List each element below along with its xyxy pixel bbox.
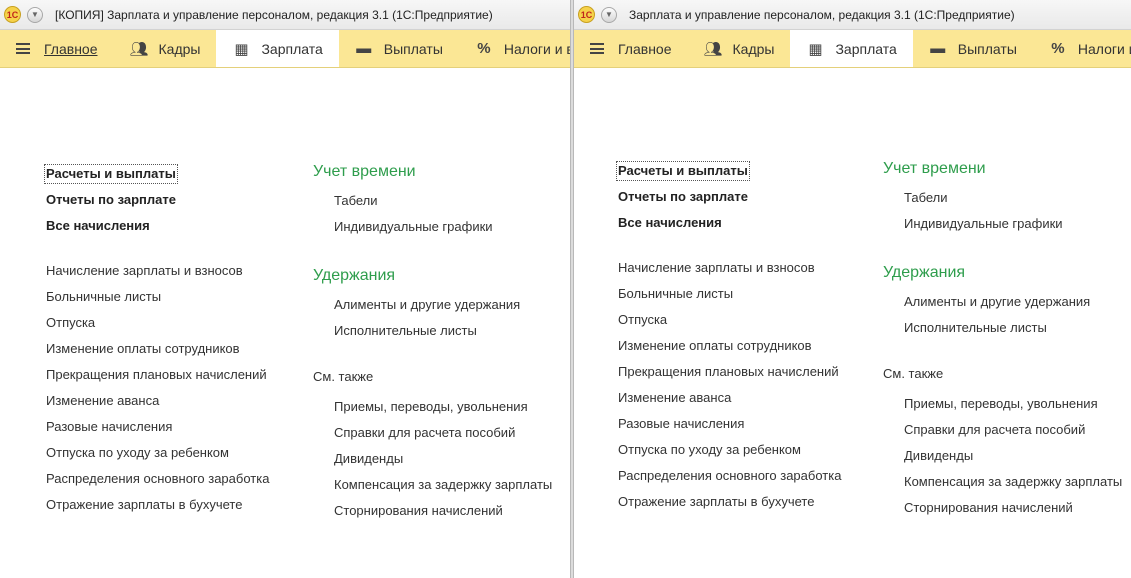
link-all-accruals[interactable]: Все начисления (618, 215, 722, 231)
tab-hr-label: Кадры (732, 40, 775, 57)
tab-salary-label: Зарплата (835, 40, 897, 57)
group-heading-time: Учет времени (883, 160, 986, 177)
people-icon: 👥︎ (703, 40, 723, 58)
app-logo-icon[interactable]: 1С (578, 6, 595, 23)
people-icon: 👥︎ (129, 40, 149, 58)
title-bar: 1С ▼ [КОПИЯ] Зарплата и управление персо… (0, 0, 570, 30)
tab-taxes[interactable]: % Налоги и взносы (1033, 30, 1131, 67)
link-list-item[interactable]: Отпуска (618, 312, 667, 328)
link-all-accruals[interactable]: Все начисления (46, 218, 150, 234)
link-list-item[interactable]: Изменение аванса (618, 390, 731, 406)
tab-main[interactable]: Главное (574, 30, 688, 67)
app-logo-icon[interactable]: 1С (4, 6, 21, 23)
link-group-item[interactable]: Исполнительные листы (334, 323, 477, 339)
window-copy: 1С ▼ [КОПИЯ] Зарплата и управление персо… (0, 0, 571, 578)
percent-icon: % (1051, 40, 1065, 57)
link-see-also-item[interactable]: Сторнирования начислений (904, 500, 1073, 516)
group-heading-deductions: Удержания (313, 267, 396, 284)
link-list-item[interactable]: Изменение оплаты сотрудников (618, 338, 812, 354)
link-list-item[interactable]: Изменение оплаты сотрудников (46, 341, 240, 357)
link-list-item[interactable]: Отпуска (46, 315, 95, 331)
link-salary-reports[interactable]: Отчеты по зарплате (46, 192, 176, 208)
wallet-icon: ▬ (356, 40, 372, 57)
link-calculations-payments[interactable]: Расчеты и выплаты (616, 161, 750, 181)
percent-icon: % (477, 40, 491, 57)
link-group-item[interactable]: Индивидуальные графики (904, 216, 1063, 232)
link-group-item[interactable]: Алименты и другие удержания (334, 297, 520, 313)
link-see-also-item[interactable]: Компенсация за задержку зарплаты (334, 477, 552, 493)
group-heading-deductions: Удержания (883, 264, 966, 281)
tab-salary[interactable]: ▦ Зарплата (790, 30, 913, 67)
tab-main-label: Главное (618, 40, 672, 57)
tab-payments-label: Выплаты (957, 40, 1017, 57)
tab-hr[interactable]: 👥︎ Кадры (114, 30, 217, 67)
tab-taxes-label: Налоги и взносы (503, 40, 570, 57)
title-bar: 1С ▼ Зарплата и управление персоналом, р… (574, 0, 1131, 30)
link-list-item[interactable]: Отпуска по уходу за ребенком (46, 445, 229, 461)
tab-payments[interactable]: ▬ Выплаты (913, 30, 1033, 67)
link-list-item[interactable]: Распределения основного заработка (618, 468, 841, 484)
window-original: 1С ▼ Зарплата и управление персоналом, р… (573, 0, 1131, 578)
tab-main[interactable]: Главное (0, 30, 114, 67)
tab-main-label: Главное (44, 40, 98, 57)
link-list-item[interactable]: Распределения основного заработка (46, 471, 269, 487)
link-see-also-item[interactable]: Компенсация за задержку зарплаты (904, 474, 1122, 490)
link-list-item[interactable]: Разовые начисления (46, 419, 172, 435)
link-see-also-item[interactable]: Приемы, переводы, увольнения (904, 396, 1098, 412)
tab-payments[interactable]: ▬ Выплаты (339, 30, 459, 67)
link-see-also-item[interactable]: Приемы, переводы, увольнения (334, 399, 528, 415)
link-list-item[interactable]: Отражение зарплаты в бухучете (46, 497, 242, 513)
link-calculations-payments[interactable]: Расчеты и выплаты (44, 164, 178, 184)
tab-taxes[interactable]: % Налоги и взносы (459, 30, 570, 67)
link-list-item[interactable]: Больничные листы (46, 289, 161, 305)
link-see-also-item[interactable]: Справки для расчета пособий (904, 422, 1085, 438)
link-see-also-item[interactable]: Справки для расчета пособий (334, 425, 515, 441)
link-group-item[interactable]: Исполнительные листы (904, 320, 1047, 336)
tab-hr[interactable]: 👥︎ Кадры (688, 30, 791, 67)
link-salary-reports[interactable]: Отчеты по зарплате (618, 189, 748, 205)
wallet-icon: ▬ (930, 40, 946, 57)
main-menu-dropdown-icon[interactable]: ▼ (601, 6, 617, 23)
hamburger-icon (590, 43, 604, 54)
link-group-item[interactable]: Табели (334, 193, 378, 209)
link-list-item[interactable]: Отражение зарплаты в бухучете (618, 494, 814, 510)
group-heading-time: Учет времени (313, 163, 416, 180)
link-list-item[interactable]: Начисление зарплаты и взносов (618, 260, 815, 276)
link-group-item[interactable]: Табели (904, 190, 948, 206)
link-list-item[interactable]: Прекращения плановых начислений (618, 364, 839, 380)
link-list-item[interactable]: Прекращения плановых начислений (46, 367, 267, 383)
hamburger-icon (16, 43, 30, 54)
link-group-item[interactable]: Индивидуальные графики (334, 219, 493, 235)
link-group-item[interactable]: Алименты и другие удержания (904, 294, 1090, 310)
link-see-also-item[interactable]: Дивиденды (904, 448, 973, 464)
section-tabs: Главное 👥︎ Кадры ▦ Зарплата ▬ Выплаты % … (0, 30, 570, 68)
link-list-item[interactable]: Отпуска по уходу за ребенком (618, 442, 801, 458)
link-list-item[interactable]: Изменение аванса (46, 393, 159, 409)
tab-payments-label: Выплаты (383, 40, 443, 57)
tab-hr-label: Кадры (158, 40, 201, 57)
calculator-icon: ▦ (234, 40, 249, 58)
window-title: [КОПИЯ] Зарплата и управление персоналом… (55, 7, 493, 22)
link-see-also-item[interactable]: Дивиденды (334, 451, 403, 467)
link-list-item[interactable]: Разовые начисления (618, 416, 744, 432)
see-also-heading: См. также (883, 366, 944, 381)
window-title: Зарплата и управление персоналом, редакц… (629, 7, 1015, 22)
link-list-item[interactable]: Больничные листы (618, 286, 733, 302)
calculator-icon: ▦ (808, 40, 823, 58)
tab-salary-label: Зарплата (261, 40, 323, 57)
tab-taxes-label: Налоги и взносы (1077, 40, 1131, 57)
see-also-heading: См. также (313, 369, 374, 384)
link-see-also-item[interactable]: Сторнирования начислений (334, 503, 503, 519)
section-tabs: Главное 👥︎ Кадры ▦ Зарплата ▬ Выплаты % … (574, 30, 1131, 68)
link-list-item[interactable]: Начисление зарплаты и взносов (46, 263, 243, 279)
main-menu-dropdown-icon[interactable]: ▼ (27, 6, 43, 23)
tab-salary[interactable]: ▦ Зарплата (216, 30, 339, 67)
